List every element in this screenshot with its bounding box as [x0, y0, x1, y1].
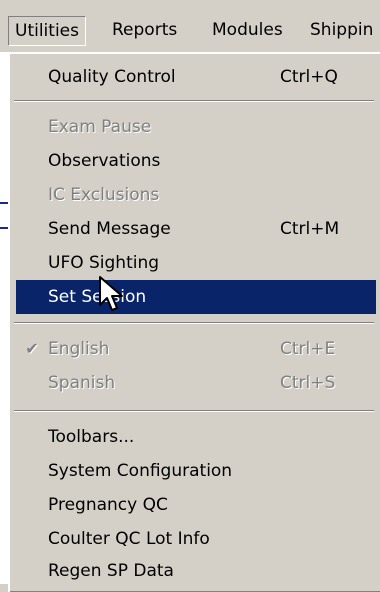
menu-item-label: Send Message [48, 219, 171, 239]
menu-item-pregnancy-qc[interactable]: Pregnancy QC [16, 488, 376, 522]
menu-item-send-message[interactable]: Send Message Ctrl+M [16, 212, 376, 246]
menu-utilities[interactable]: Utilities [8, 16, 86, 46]
menu-item-label: Pregnancy QC [48, 495, 168, 515]
menu-reports[interactable]: Reports [106, 16, 183, 44]
menu-item-label: Regen SP Data [48, 561, 174, 581]
menu-item-shortcut: Ctrl+E [280, 339, 336, 359]
menu-item-quality-control[interactable]: Quality Control Ctrl+Q [16, 60, 376, 94]
menu-item-shortcut: Ctrl+S [280, 373, 336, 393]
menu-item-regen-sp-data[interactable]: Regen SP Data [16, 554, 376, 588]
menu-item-shortcut: Ctrl+M [280, 219, 340, 239]
menu-item-label: Exam Pause [48, 117, 152, 137]
menu-item-coulter-qc-lot-info[interactable]: Coulter QC Lot Info [16, 522, 376, 556]
menu-item-english[interactable]: ✔ English Ctrl+E [16, 332, 376, 366]
menu-item-ufo-sighting[interactable]: UFO Sighting [16, 246, 376, 280]
menu-item-label: English [48, 339, 110, 359]
menu-separator [14, 100, 374, 102]
menu-item-label: Quality Control [48, 67, 176, 87]
menu-bar: Utilities Reports Modules Shippin [0, 0, 380, 52]
utilities-dropdown-menu: Quality Control Ctrl+Q Exam Pause Observ… [8, 52, 380, 592]
menu-separator [14, 322, 374, 324]
menu-item-label: Coulter QC Lot Info [48, 529, 210, 549]
menu-item-label: IC Exclusions [48, 185, 160, 205]
menu-modules[interactable]: Modules [206, 16, 289, 44]
menu-item-label: System Configuration [48, 461, 233, 481]
menu-item-spanish[interactable]: Spanish Ctrl+S [16, 366, 376, 400]
menu-item-label: Spanish [48, 373, 116, 393]
background-window-edge [0, 52, 8, 584]
menu-item-observations[interactable]: Observations [16, 144, 376, 178]
menu-item-label: Toolbars... [48, 427, 135, 447]
menu-item-exam-pause[interactable]: Exam Pause [16, 110, 376, 144]
menu-item-system-configuration[interactable]: System Configuration [16, 454, 376, 488]
menu-item-label: Observations [48, 151, 161, 171]
check-icon: ✔ [25, 339, 39, 358]
menu-item-set-session[interactable]: Set Session [16, 280, 376, 314]
arrow-cursor-icon [99, 276, 123, 311]
menu-separator [14, 410, 374, 412]
menu-item-shortcut: Ctrl+Q [280, 67, 338, 87]
menu-shipping[interactable]: Shippin [304, 16, 379, 44]
menu-item-ic-exclusions[interactable]: IC Exclusions [16, 178, 376, 212]
menu-item-toolbars[interactable]: Toolbars... [16, 420, 376, 454]
